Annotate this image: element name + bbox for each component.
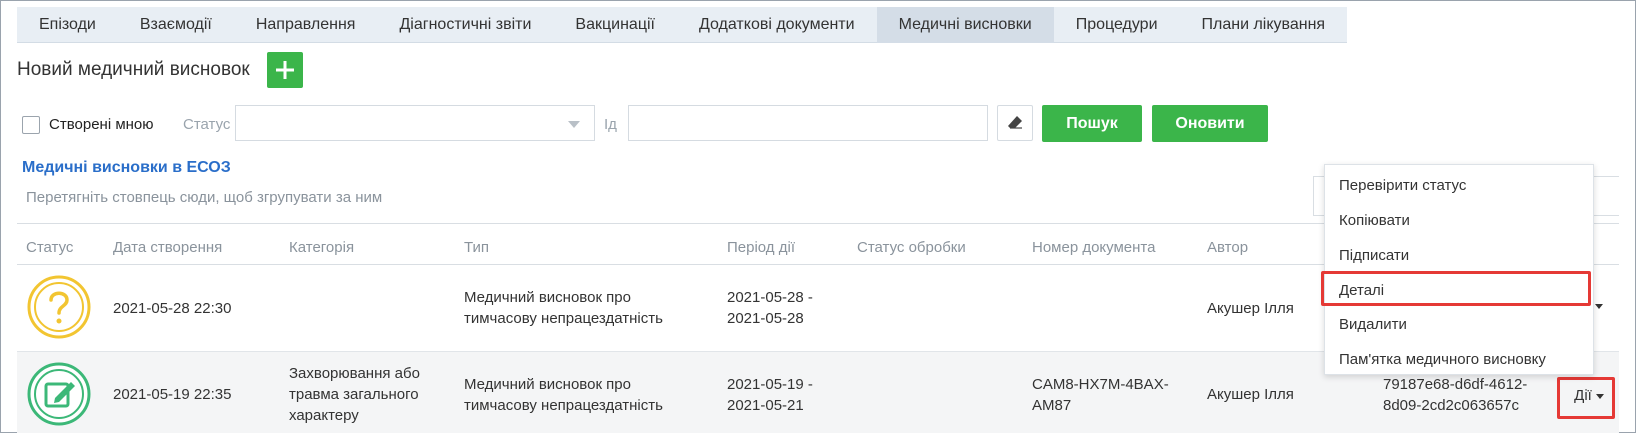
tab-diagnostic-reports[interactable]: Діагностичні звіти [377, 7, 553, 43]
category-line: травма загального [289, 386, 419, 403]
period-cell: 2021-05-19 - 2021-05-21 [727, 374, 813, 416]
tab-treatment-plans[interactable]: Плани лікування [1180, 7, 1348, 43]
column-header-created[interactable]: Дата створення [113, 239, 222, 256]
actions-button[interactable]: Дії [1564, 378, 1614, 414]
id-input[interactable] [628, 105, 988, 141]
column-header-status[interactable]: Статус [26, 239, 73, 256]
document-number-line: CAM8-HX7M-4BAX- [1032, 376, 1169, 393]
column-header-document-number[interactable]: Номер документа [1032, 239, 1155, 256]
menu-item-details[interactable]: Деталі [1339, 282, 1384, 299]
id-filter-label: Ід [604, 116, 617, 133]
refresh-button[interactable]: Оновити [1152, 105, 1268, 142]
category-cell: Захворювання або травма загального харак… [289, 363, 420, 426]
add-conclusion-button[interactable] [267, 52, 303, 88]
tab-vaccinations[interactable]: Вакцинації [553, 7, 677, 43]
type-cell: Медичний висновок про тимчасову непрацез… [464, 374, 663, 416]
status-filter-label: Статус [183, 116, 231, 133]
id-line: 79187e68-d6df-4612- [1383, 376, 1528, 393]
author-cell: Акушер Ілля [1207, 300, 1294, 317]
chevron-down-icon [1595, 393, 1604, 399]
new-conclusion-title: Новий медичний висновок [17, 59, 250, 80]
search-button[interactable]: Пошук [1042, 105, 1142, 142]
column-header-processing-status[interactable]: Статус обробки [857, 239, 966, 256]
author-cell: Акушер Ілля [1207, 386, 1294, 403]
group-hint: Перетягніть стовпець сюди, щоб згрупуват… [26, 189, 383, 206]
created-cell: 2021-05-19 22:35 [113, 386, 232, 403]
grid-title: Медичні висновки в ЕСОЗ [22, 159, 231, 176]
created-by-me-checkbox[interactable] [22, 116, 40, 134]
menu-item-check-status[interactable]: Перевірити статус [1339, 177, 1466, 194]
period-cell: 2021-05-28 - 2021-05-28 [727, 287, 813, 329]
tab-bar: Епізоди Взаємодії Направлення Діагностич… [17, 7, 1348, 43]
type-line: тимчасову непрацездатність [464, 310, 663, 327]
tab-additional-documents[interactable]: Додаткові документи [677, 7, 877, 43]
period-line: 2021-05-28 [727, 310, 804, 327]
created-cell: 2021-05-28 22:30 [113, 300, 232, 317]
menu-item-conclusion-memo[interactable]: Пам'ятка медичного висновку [1339, 351, 1546, 368]
column-header-period[interactable]: Період дії [727, 239, 795, 256]
type-line: тимчасову непрацездатність [464, 397, 663, 414]
period-line: 2021-05-28 - [727, 289, 813, 306]
type-line: Медичний висновок про [464, 289, 631, 306]
column-header-type[interactable]: Тип [464, 239, 489, 256]
type-cell: Медичний висновок про тимчасову непрацез… [464, 287, 663, 329]
column-header-author[interactable]: Автор [1207, 239, 1248, 256]
created-by-me-label: Створені мною [49, 116, 154, 133]
menu-item-sign[interactable]: Підписати [1339, 247, 1409, 264]
menu-item-copy[interactable]: Копіювати [1339, 212, 1410, 229]
id-line: 8d09-2cd2c063657c [1383, 397, 1519, 414]
actions-label: Дії [1574, 387, 1592, 404]
category-line: характеру [289, 407, 359, 424]
tab-procedures[interactable]: Процедури [1054, 7, 1180, 43]
status-select[interactable] [235, 105, 595, 141]
chevron-down-icon [568, 121, 580, 128]
chevron-down-icon[interactable] [1595, 304, 1603, 309]
tab-medical-conclusions[interactable]: Медичні висновки [876, 7, 1054, 43]
document-number-line: AM87 [1032, 397, 1072, 414]
period-line: 2021-05-21 [727, 397, 804, 414]
eraser-icon [1008, 116, 1022, 129]
plus-icon [276, 61, 294, 79]
tab-referrals[interactable]: Направлення [234, 7, 378, 43]
category-line: Захворювання або [289, 365, 420, 382]
clear-filters-button[interactable] [997, 105, 1033, 141]
id-cell: 79187e68-d6df-4612- 8d09-2cd2c063657c [1383, 374, 1527, 416]
question-icon [27, 275, 91, 339]
period-line: 2021-05-19 - [727, 376, 813, 393]
tab-encounters[interactable]: Взаємодії [118, 7, 234, 43]
actions-menu: Перевірити статус Копіювати Підписати Де… [1324, 164, 1594, 375]
type-line: Медичний висновок про [464, 376, 631, 393]
edit-pen-icon [27, 362, 91, 426]
column-header-category[interactable]: Категорія [289, 239, 354, 256]
menu-item-delete[interactable]: Видалити [1339, 316, 1407, 333]
tab-episodes[interactable]: Епізоди [17, 7, 118, 43]
document-number-cell: CAM8-HX7M-4BAX- AM87 [1032, 374, 1169, 416]
